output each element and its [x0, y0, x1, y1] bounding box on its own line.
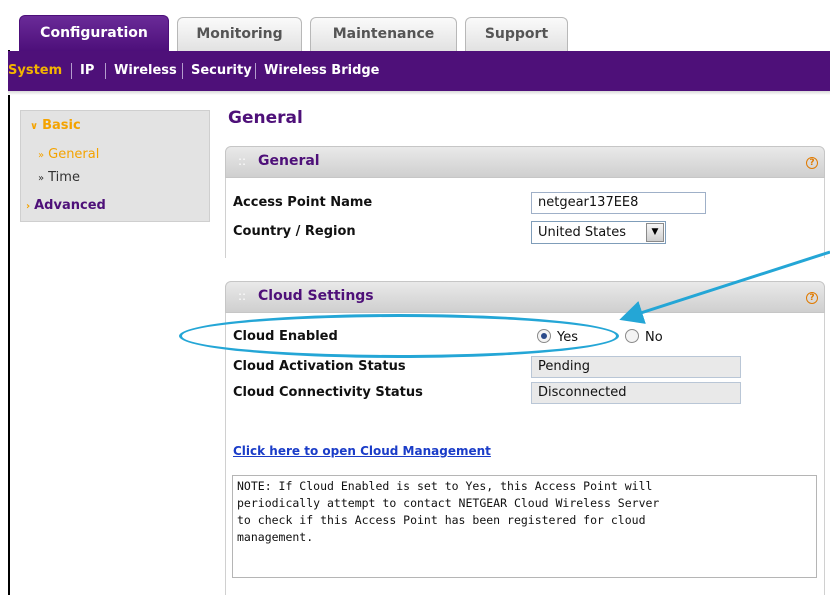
nav-advanced[interactable]: › Advanced — [26, 198, 106, 213]
nav-basic-label: Basic — [42, 118, 81, 133]
nav-basic[interactable]: ∨ Basic — [30, 118, 81, 133]
general-section-header: :: General ? — [225, 146, 825, 178]
dropdown-arrow-icon[interactable]: ▼ — [646, 223, 664, 242]
cloud-enabled-no-radio[interactable] — [625, 329, 639, 343]
page-title: General — [228, 108, 303, 128]
cloud-activation-status-field: Pending — [531, 356, 741, 378]
submenu-security[interactable]: Security — [191, 63, 252, 78]
grip-icon: :: — [238, 154, 247, 168]
ap-name-input[interactable]: netgear137EE8 — [531, 192, 706, 214]
nav-advanced-label: Advanced — [34, 198, 106, 213]
cloud-section-title: Cloud Settings — [258, 288, 374, 304]
cloud-activation-label: Cloud Activation Status — [233, 359, 406, 374]
double-chevron-right-icon: » — [38, 150, 45, 161]
ap-name-label: Access Point Name — [233, 195, 373, 210]
nav-general[interactable]: » General — [38, 147, 99, 162]
submenu-divider — [255, 63, 256, 79]
submenu-wireless-bridge[interactable]: Wireless Bridge — [264, 63, 380, 78]
double-chevron-right-icon: » — [38, 173, 45, 184]
chevron-right-icon: › — [26, 201, 31, 212]
submenu-bar: System IP Wireless Security Wireless Bri… — [8, 51, 830, 91]
submenu-divider — [105, 63, 106, 79]
submenu-wireless[interactable]: Wireless — [114, 63, 177, 78]
submenu-divider — [71, 63, 72, 79]
submenu-system[interactable]: System — [8, 63, 62, 78]
submenu-divider — [182, 63, 183, 79]
cloud-management-link[interactable]: Click here to open Cloud Management — [233, 444, 491, 458]
submenu-ip[interactable]: IP — [80, 63, 94, 78]
general-section-body — [225, 178, 825, 258]
cloud-enabled-no-label: No — [645, 330, 663, 345]
country-select-value: United States — [538, 225, 627, 240]
nav-general-label: General — [48, 147, 100, 162]
tab-support[interactable]: Support — [465, 17, 568, 51]
general-section-title: General — [258, 153, 320, 169]
country-select[interactable]: United States ▼ — [531, 221, 666, 244]
submenu-shadow — [8, 91, 830, 95]
callout-oval — [179, 314, 619, 358]
tab-configuration[interactable]: Configuration — [19, 15, 169, 51]
cloud-connectivity-label: Cloud Connectivity Status — [233, 385, 423, 400]
nav-time-label: Time — [48, 170, 80, 185]
grip-icon: :: — [238, 289, 247, 303]
tab-maintenance[interactable]: Maintenance — [310, 17, 457, 51]
help-icon[interactable]: ? — [806, 157, 818, 169]
country-label: Country / Region — [233, 224, 356, 239]
tab-monitoring[interactable]: Monitoring — [177, 17, 302, 51]
cloud-note-textarea[interactable]: NOTE: If Cloud Enabled is set to Yes, th… — [232, 475, 817, 578]
cloud-section-header: :: Cloud Settings ? — [225, 281, 825, 313]
help-icon[interactable]: ? — [806, 292, 818, 304]
nav-time[interactable]: » Time — [38, 170, 80, 185]
cloud-connectivity-status-field: Disconnected — [531, 382, 741, 404]
chevron-down-icon: ∨ — [30, 121, 39, 132]
